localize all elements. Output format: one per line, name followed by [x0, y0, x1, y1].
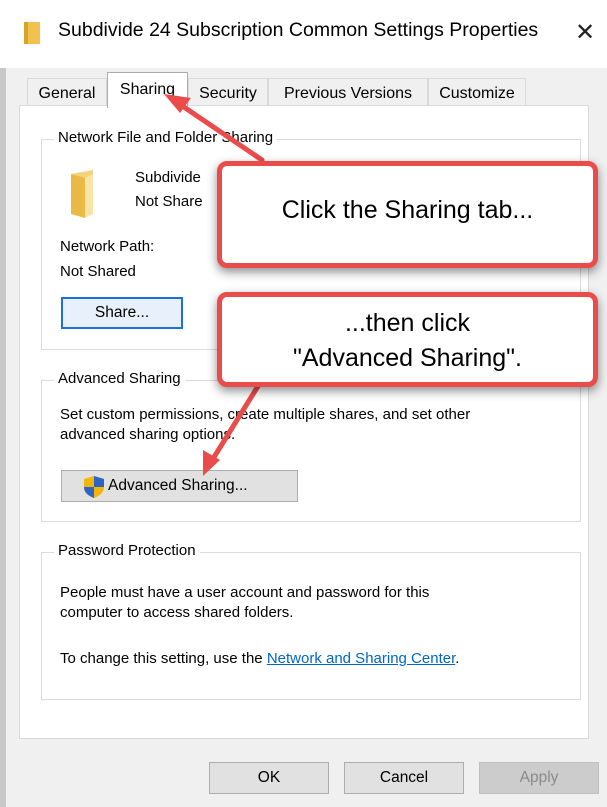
network-path-label: Network Path: — [60, 238, 155, 255]
cancel-button[interactable]: Cancel — [344, 762, 464, 794]
title-bar: Subdivide 24 Subscription Common Setting… — [0, 0, 607, 68]
shared-folder-icon — [71, 170, 93, 218]
callout-sharing-tab: Click the Sharing tab... — [217, 161, 598, 268]
advanced-sharing-description-1: Set custom permissions, create multiple … — [60, 406, 471, 423]
tab-security[interactable]: Security — [188, 78, 268, 108]
close-button[interactable]: ✕ — [566, 14, 604, 52]
callout-advanced-sharing-line-2: "Advanced Sharing". — [292, 344, 522, 372]
share-button[interactable]: Share... — [61, 297, 183, 329]
advanced-sharing-group-title: Advanced Sharing — [54, 370, 185, 387]
tab-general[interactable]: General — [27, 78, 107, 108]
folder-icon — [24, 22, 40, 44]
advanced-sharing-description-2: advanced sharing options. — [60, 426, 236, 443]
password-protection-text-3: To change this setting, use the Network … — [60, 650, 459, 667]
folder-name: Subdivide — [135, 169, 201, 186]
callout-sharing-tab-text: Click the Sharing tab... — [281, 196, 534, 224]
network-sharing-center-link[interactable]: Network and Sharing Center — [267, 650, 455, 667]
ok-button[interactable]: OK — [209, 762, 329, 794]
window-title: Subdivide 24 Subscription Common Setting… — [58, 19, 539, 41]
network-sharing-group-title: Network File and Folder Sharing — [54, 129, 278, 146]
window-edge — [0, 68, 6, 807]
folder-share-status: Not Share — [135, 193, 203, 210]
password-protection-text-suffix: . — [455, 650, 460, 667]
tab-previous-versions[interactable]: Previous Versions — [268, 78, 428, 108]
apply-button[interactable]: Apply — [479, 762, 599, 794]
callout-advanced-sharing: ...then click "Advanced Sharing". — [217, 292, 598, 387]
password-protection-text-prefix: To change this setting, use the — [60, 650, 267, 667]
advanced-sharing-button-label: Advanced Sharing... — [108, 477, 248, 494]
tab-customize[interactable]: Customize — [428, 78, 526, 108]
password-protection-text-1: People must have a user account and pass… — [60, 584, 430, 601]
network-path-value: Not Shared — [60, 263, 136, 280]
password-protection-group-title: Password Protection — [54, 542, 200, 559]
uac-shield-icon — [84, 476, 104, 498]
advanced-sharing-button[interactable]: Advanced Sharing... — [61, 470, 298, 502]
password-protection-group: Password Protection — [41, 542, 581, 700]
callout-advanced-sharing-line-1: ...then click — [344, 309, 471, 337]
password-protection-text-2: computer to access shared folders. — [60, 604, 294, 621]
tab-sharing[interactable]: Sharing — [107, 72, 188, 108]
